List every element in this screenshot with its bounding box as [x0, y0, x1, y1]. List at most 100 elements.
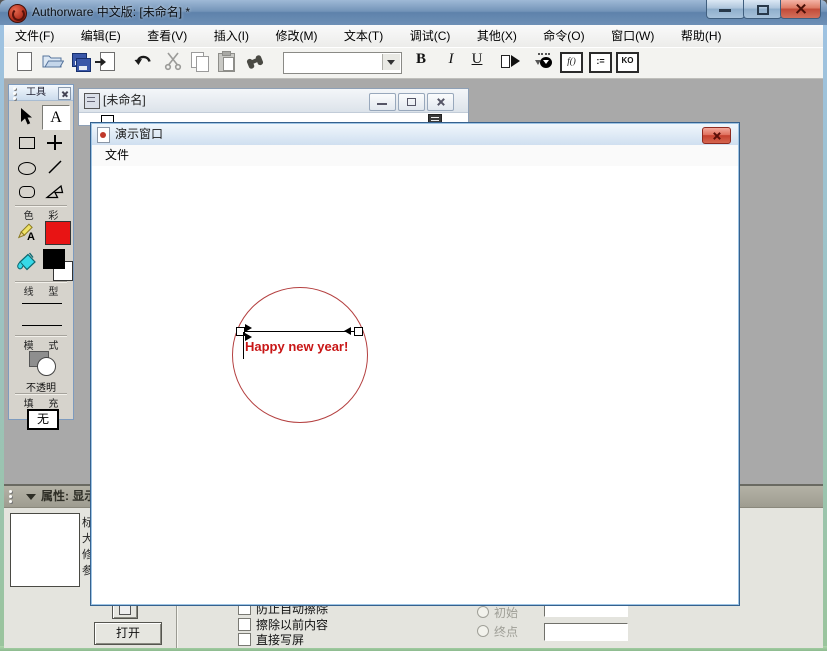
tool-palette-titlebar[interactable]: 工具	[9, 85, 73, 101]
menu-other[interactable]: 其他(X)	[466, 25, 528, 47]
diagonal-line-icon	[48, 160, 62, 174]
text-color-tool[interactable]: A	[15, 223, 41, 247]
design-window-title: [未命名]	[103, 93, 146, 107]
run-button[interactable]	[500, 51, 522, 73]
properties-title: 属性: 显示	[41, 489, 97, 503]
menu-file[interactable]: 文件(F)	[4, 25, 65, 47]
find-button[interactable]	[244, 51, 266, 73]
fill-color-tool[interactable]	[15, 251, 41, 277]
menu-help[interactable]: 帮助(H)	[670, 25, 733, 47]
radio-end[interactable]	[477, 625, 489, 637]
stroke-color-swatch[interactable]	[43, 249, 65, 269]
save-all-button[interactable]	[70, 51, 92, 73]
restore-icon	[757, 5, 769, 15]
menu-text[interactable]: 文本(T)	[333, 25, 394, 47]
undo-icon	[134, 55, 151, 65]
menu-view[interactable]: 查看(V)	[136, 25, 198, 47]
text-object-ruler[interactable]	[240, 331, 357, 332]
text-tool[interactable]: A	[42, 105, 70, 130]
presentation-canvas[interactable]: Happy new year!	[92, 166, 738, 604]
right-indent-marker[interactable]	[344, 327, 351, 335]
minimize-button[interactable]	[706, 0, 745, 19]
text-style-combo[interactable]	[283, 52, 402, 74]
collapse-triangle-icon[interactable]	[26, 494, 36, 500]
menu-debug[interactable]: 调试(C)	[399, 25, 462, 47]
presentation-close-button[interactable]	[702, 127, 731, 144]
app-titlebar[interactable]: Authorware 中文版: [未命名] *	[0, 0, 827, 26]
checkbox-erase-previous[interactable]	[238, 618, 251, 631]
knowledge-objects-button[interactable]: KO	[616, 51, 639, 73]
ellipse-shape[interactable]	[232, 287, 368, 423]
polygon-tool[interactable]	[42, 180, 68, 203]
maximize-button[interactable]	[743, 0, 782, 19]
fill-none-swatch[interactable]: 无	[27, 409, 59, 430]
mode-preview[interactable]	[27, 351, 57, 377]
copy-button[interactable]	[190, 51, 212, 73]
new-file-icon	[17, 52, 32, 71]
find-icon	[246, 55, 264, 69]
radio-initial[interactable]	[477, 606, 489, 618]
cut-button[interactable]	[163, 51, 185, 73]
control-panel-icon	[538, 53, 550, 55]
presentation-window: 演示窗口 文件 Happy new year!	[90, 122, 740, 606]
ruler-right-handle[interactable]	[354, 327, 363, 336]
left-indent-marker[interactable]	[245, 324, 252, 332]
combo-dropdown-button[interactable]	[382, 54, 400, 70]
presentation-menu-file[interactable]: 文件	[105, 145, 129, 166]
cut-scissors-icon	[164, 52, 182, 71]
authorware-app-window: Authorware 中文版: [未命名] * 文件(F) 编辑(E) 查看(V…	[0, 0, 827, 651]
control-panel-button[interactable]	[534, 51, 556, 73]
section-colors-label: 色 彩	[23, 211, 65, 222]
menu-bar: 文件(F) 编辑(E) 查看(V) 插入(I) 修改(M) 文本(T) 调试(C…	[4, 25, 823, 48]
menu-edit[interactable]: 编辑(E)	[70, 25, 132, 47]
menu-modify[interactable]: 修改(M)	[264, 25, 328, 47]
panel-grip[interactable]	[9, 490, 12, 493]
minimize-icon	[377, 103, 387, 105]
presentation-window-title: 演示窗口	[115, 127, 164, 141]
pointer-tool[interactable]	[13, 105, 39, 128]
canvas-text[interactable]: Happy new year!	[245, 339, 348, 354]
section-lines-label: 线 型	[23, 287, 65, 298]
rectangle-tool[interactable]	[13, 131, 39, 154]
design-minimize-button[interactable]	[369, 93, 396, 111]
bold-button[interactable]: B	[410, 51, 432, 73]
design-window: [未命名]	[78, 88, 469, 126]
display-preview-box[interactable]	[10, 513, 80, 587]
palette-grip[interactable]	[13, 87, 16, 90]
new-file-button[interactable]	[14, 51, 36, 73]
open-button[interactable]: 打开	[94, 622, 162, 645]
design-window-titlebar[interactable]: [未命名]	[79, 89, 468, 113]
design-restore-button[interactable]	[398, 93, 425, 111]
close-button[interactable]	[780, 0, 821, 19]
restore-icon	[407, 98, 416, 106]
mode-circle-icon	[37, 357, 56, 376]
pointer-arrow-icon	[21, 108, 32, 125]
italic-button[interactable]: I	[440, 51, 462, 73]
line-style-sample-1[interactable]	[22, 303, 62, 304]
ellipse-tool[interactable]	[13, 156, 39, 179]
position-field-2[interactable]	[544, 623, 628, 641]
rounded-rectangle-tool[interactable]	[13, 180, 39, 203]
palette-close-button[interactable]	[58, 87, 71, 100]
undo-button[interactable]	[133, 51, 155, 73]
menu-insert[interactable]: 插入(I)	[203, 25, 260, 47]
variables-button[interactable]: :=	[589, 51, 612, 73]
app-title: Authorware 中文版: [未命名] *	[32, 5, 191, 19]
paste-button[interactable]	[216, 51, 238, 73]
open-file-button[interactable]	[42, 51, 65, 73]
presentation-titlebar[interactable]: 演示窗口	[92, 124, 738, 146]
design-close-button[interactable]	[427, 93, 454, 111]
line-style-sample-2[interactable]	[22, 325, 62, 326]
tool-palette: 工具 A 色 彩 A 线 型 模 式 不透明 填 充 无	[8, 84, 74, 430]
functions-button[interactable]: f()	[560, 51, 583, 73]
import-button[interactable]	[95, 51, 119, 73]
menu-commands[interactable]: 命令(O)	[532, 25, 595, 47]
pen-letter: A	[27, 231, 35, 243]
menu-window[interactable]: 窗口(W)	[600, 25, 665, 47]
diagonal-line-tool[interactable]	[42, 156, 68, 179]
underline-button[interactable]: U	[466, 51, 488, 73]
line-tool[interactable]	[42, 131, 68, 154]
rounded-rectangle-icon	[19, 186, 35, 198]
checkbox-direct-write[interactable]	[238, 633, 251, 646]
foreground-color-swatch[interactable]	[45, 221, 71, 245]
